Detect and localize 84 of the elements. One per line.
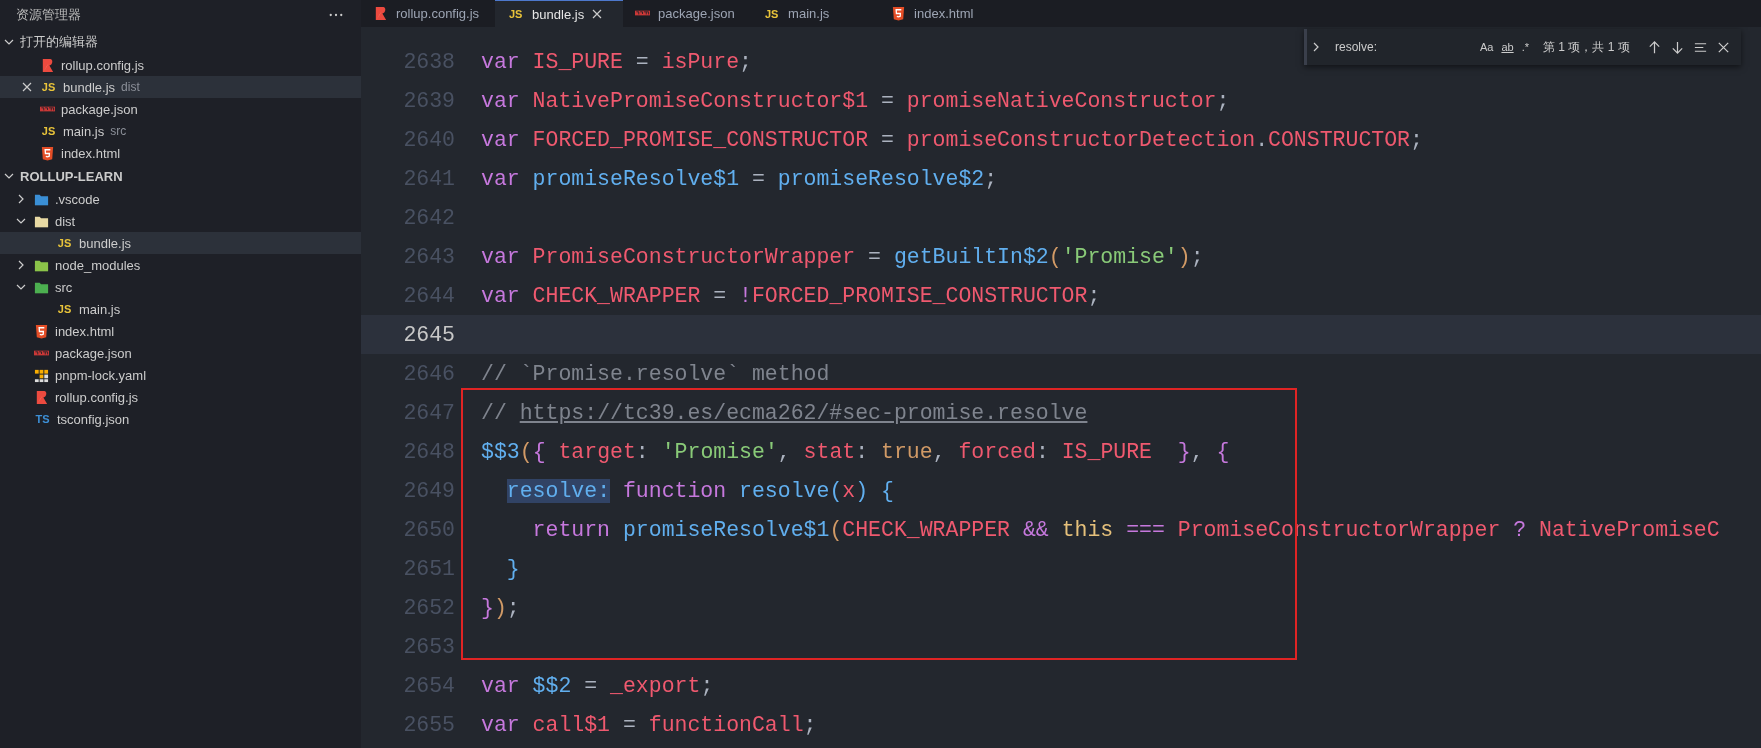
find-field[interactable]: resolve: Aa ab .* (1329, 35, 1535, 59)
tree-item[interactable]: JS main.js (0, 298, 361, 320)
section-title: 打开的编辑器 (20, 33, 98, 51)
more-icon[interactable] (329, 13, 343, 17)
editor-tab[interactable]: rollup.config.js (361, 0, 496, 27)
editor-tab[interactable]: index.html (879, 0, 1008, 27)
editor-tab[interactable]: package.json (623, 0, 752, 27)
tree-item[interactable]: rollup.config.js (0, 386, 361, 408)
code-line: } (505, 556, 520, 581)
file-name: rollup.config.js (61, 57, 145, 73)
code-line: var promiseResolve$1 = promiseResolve$2; (481, 166, 998, 191)
open-editor-item[interactable]: index.html (0, 142, 361, 164)
file-name: dist (55, 213, 76, 229)
open-editor-item[interactable]: rollup.config.js (0, 54, 361, 76)
folder-hint: dist (121, 80, 140, 94)
code-line: // `Promise.resolve` method (481, 361, 830, 386)
find-option-toggle[interactable]: ab (1497, 39, 1518, 55)
file-name: rollup.config.js (55, 389, 139, 405)
tree-item[interactable]: package.json (0, 342, 361, 364)
config-file-icon (40, 57, 55, 73)
code-line: // https://tc39.es/ecma262/#sec-promise.resolve (481, 400, 1088, 425)
file-name: src (55, 279, 73, 295)
folder-hint: src (110, 124, 127, 138)
file-name: node_modules (55, 257, 141, 273)
close-icon[interactable] (592, 9, 603, 19)
html-file-icon (34, 323, 49, 339)
tree-item[interactable]: JS bundle.js (0, 232, 361, 254)
js-file-icon: JS (56, 237, 73, 249)
js-file-icon: JS (40, 81, 57, 93)
line-number: 2645 (402, 322, 455, 347)
code-line: var call$1 = functionCall; (481, 712, 817, 737)
section-header[interactable]: ROLLUP-LEARN (0, 164, 361, 188)
js-file-icon: JS (763, 7, 781, 20)
find-option-toggle[interactable]: Aa (1475, 39, 1498, 55)
section-header[interactable]: 打开的编辑器 (0, 30, 361, 54)
code-line: }); (481, 595, 520, 620)
code-line: var CHECK_WRAPPER = !FORCED_PROMISE_CONSTRUCTOR; (481, 283, 1101, 308)
match-count: 第 1 项，共 1 项 (1543, 38, 1630, 56)
file-name: package.json (61, 101, 138, 117)
ts-file-icon: TS (34, 413, 51, 425)
tree-item[interactable]: src (0, 276, 361, 298)
html-file-icon (40, 145, 55, 161)
file-name: bundle.js (63, 79, 116, 95)
code-line: resolve: function resolve(x) { (505, 478, 894, 503)
grid-file-icon (34, 367, 49, 383)
open-editor-item[interactable]: JS main.js src (0, 120, 361, 142)
file-name: tsconfig.json (57, 411, 130, 427)
file-name: .vscode (55, 191, 100, 207)
code-line: var $$2 = _export; (481, 673, 714, 698)
find-option-toggle[interactable]: .* (1517, 39, 1533, 55)
config-file-icon (373, 6, 388, 21)
file-name: main.js (79, 301, 121, 317)
chevron-icon[interactable] (1311, 42, 1321, 52)
explorer-title: 资源管理器 (16, 6, 81, 24)
file-name: index.html (55, 323, 115, 339)
file-name: bundle.js (79, 235, 132, 251)
open-editor-item[interactable]: JS bundle.js dist (0, 76, 361, 98)
file-name: main.js (63, 123, 105, 139)
html-file-icon (891, 6, 907, 21)
file-name: pnpm-lock.yaml (55, 367, 147, 383)
js-file-icon: JS (40, 125, 57, 137)
code-line: $$3({ target: 'Promise', stat: true, forced: IS_PURE }, { (481, 439, 1230, 464)
section-title: ROLLUP-LEARN (20, 168, 123, 184)
tree-item[interactable]: dist (0, 210, 361, 232)
open-editor-item[interactable]: package.json (0, 98, 361, 120)
tree-item[interactable]: .vscode (0, 188, 361, 210)
code-line: var NativePromiseConstructor$1 = promiseNativeConstructor; (481, 88, 1230, 113)
code-line: var FORCED_PROMISE_CONSTRUCTOR = promiseConstructorDetection.CONSTRUCTOR; (481, 127, 1423, 152)
editor-tab[interactable]: JS main.js (751, 0, 880, 27)
editor-tab[interactable]: JS bundle.js (495, 0, 624, 27)
config-file-icon (34, 389, 49, 405)
tree-item[interactable]: pnpm-lock.yaml (0, 364, 361, 386)
file-name: index.html (61, 145, 121, 161)
arrow-up-icon[interactable] (1647, 39, 1662, 55)
tree-item[interactable]: node_modules (0, 254, 361, 276)
code-line: var PromiseConstructorWrapper = getBuiltIn$2('Promise'); (481, 244, 1204, 269)
tree-item[interactable]: index.html (0, 320, 361, 342)
close-icon[interactable] (22, 82, 32, 92)
js-file-icon: JS (507, 8, 525, 20)
js-file-icon: JS (56, 303, 73, 315)
file-name: package.json (55, 345, 132, 361)
code-line: var IS_PURE = isPure; (481, 49, 752, 74)
arrow-down-icon[interactable] (1670, 39, 1685, 55)
tree-item[interactable]: TS tsconfig.json (0, 408, 361, 430)
